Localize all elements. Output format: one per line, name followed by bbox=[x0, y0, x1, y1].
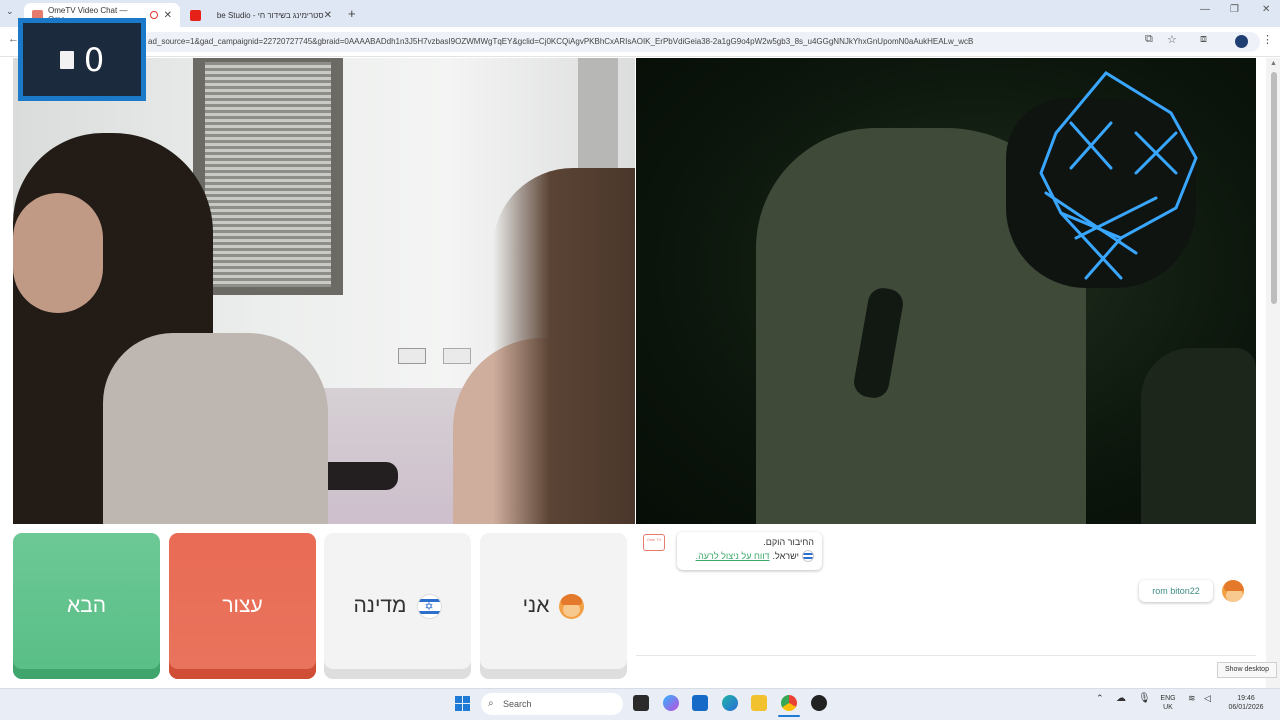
me-label: אני bbox=[522, 594, 550, 617]
menu-kebab-icon[interactable]: ⋮ bbox=[1262, 33, 1273, 46]
country-button[interactable]: מדינה ✡ bbox=[324, 533, 471, 679]
next-button[interactable]: הבא bbox=[13, 533, 160, 679]
person-face bbox=[13, 193, 103, 313]
time: 19:46 bbox=[1237, 695, 1255, 702]
local-video bbox=[636, 58, 1256, 524]
address-bar[interactable]: ad_source=1&gad_campaignid=22720727745&g… bbox=[140, 32, 1260, 52]
window-shutter bbox=[205, 62, 331, 287]
task-view-icon[interactable] bbox=[633, 695, 649, 711]
edge-icon[interactable] bbox=[722, 695, 738, 711]
score-counter: 0 bbox=[18, 18, 146, 101]
file-explorer-icon[interactable] bbox=[751, 695, 767, 711]
tooltip-text: Show desktop bbox=[1225, 666, 1269, 673]
ometv-logo-icon: Ome TV bbox=[643, 534, 665, 551]
logo-text: Ome TV bbox=[646, 537, 662, 542]
tab-youtube-studio[interactable]: סטרימינג בשידור חי - be Studio ✕ bbox=[182, 3, 340, 27]
scrollbar-thumb[interactable] bbox=[1271, 72, 1277, 304]
background-object bbox=[1141, 348, 1256, 524]
tray-chevron-icon[interactable]: ⌃ bbox=[1096, 694, 1104, 703]
chat-message: rom biton22 bbox=[1139, 580, 1213, 602]
report-abuse-link[interactable]: דווח על ניצול לרעה. bbox=[696, 551, 770, 561]
chat-input[interactable] bbox=[636, 655, 1256, 680]
minimize-button[interactable]: — bbox=[1200, 4, 1210, 15]
stop-button[interactable]: עצור bbox=[169, 533, 316, 679]
close-tab-icon[interactable]: ✕ bbox=[324, 10, 332, 21]
israel-flag-icon bbox=[802, 550, 814, 562]
light-switch bbox=[398, 348, 426, 364]
next-label: הבא bbox=[66, 594, 107, 617]
store-icon[interactable] bbox=[692, 695, 708, 711]
led-mask-icon bbox=[1039, 71, 1198, 280]
show-desktop-tooltip: Show desktop bbox=[1217, 662, 1277, 678]
active-app-indicator bbox=[778, 715, 800, 717]
light-switch bbox=[443, 348, 471, 364]
scroll-up-icon[interactable]: ▲ bbox=[1270, 60, 1277, 67]
country-name: ישראל. bbox=[772, 551, 799, 561]
language-code: ENG bbox=[1160, 695, 1176, 702]
obs-icon[interactable] bbox=[811, 695, 827, 711]
tab-search-icon[interactable]: ⌄ bbox=[6, 6, 14, 17]
youtube-favicon-icon bbox=[190, 9, 201, 21]
clock[interactable]: 19:46 06/01/2026 bbox=[1222, 694, 1270, 712]
message-text: rom biton22 bbox=[1152, 586, 1200, 596]
close-tab-icon[interactable]: ✕ bbox=[164, 10, 172, 21]
remote-video bbox=[13, 58, 635, 524]
close-window-button[interactable]: ✕ bbox=[1262, 4, 1270, 15]
avatar-icon bbox=[559, 593, 585, 619]
stop-label: עצור bbox=[222, 594, 263, 617]
me-button[interactable]: אני bbox=[480, 533, 627, 679]
microphone-icon[interactable]: 🎙 bbox=[1138, 694, 1151, 704]
bookmark-star-icon[interactable]: ☆ bbox=[1167, 33, 1177, 46]
coins-icon bbox=[59, 50, 74, 69]
search-icon: ⌕ bbox=[488, 698, 494, 709]
search-placeholder: Search bbox=[503, 699, 532, 709]
taskbar-search[interactable]: ⌕ Search bbox=[481, 693, 623, 715]
language-indicator[interactable]: ENG UK bbox=[1158, 694, 1178, 712]
extensions-icon[interactable]: ⧈ bbox=[1200, 33, 1207, 46]
wifi-icon[interactable]: ≋ bbox=[1188, 694, 1196, 703]
tray-app-icon[interactable]: ☁ bbox=[1116, 694, 1126, 704]
connection-text: החיבור הוקם. bbox=[763, 537, 814, 547]
tab-title: סטרימינג בשידור חי - be Studio bbox=[216, 10, 324, 20]
country-label: מדינה bbox=[353, 594, 407, 617]
israel-flag-icon: ✡ bbox=[416, 593, 442, 619]
volume-icon[interactable]: ◁ bbox=[1204, 694, 1211, 703]
recording-icon bbox=[149, 11, 158, 19]
copilot-icon[interactable] bbox=[663, 695, 679, 711]
chrome-icon[interactable] bbox=[781, 695, 797, 711]
user-avatar-icon bbox=[1222, 580, 1244, 602]
new-tab-button[interactable]: + bbox=[348, 6, 356, 21]
score-value: 0 bbox=[83, 40, 105, 79]
restore-button[interactable]: ❐ bbox=[1230, 4, 1239, 15]
system-message: החיבור הוקם. ישראל. דווח על ניצול לרעה. bbox=[677, 532, 822, 570]
person-hair-right bbox=[493, 168, 635, 524]
windows-start-icon[interactable] bbox=[455, 696, 470, 711]
person-shoulder bbox=[103, 333, 328, 524]
address-text: ad_source=1&gad_campaignid=22720727745&g… bbox=[148, 37, 974, 46]
layout-code: UK bbox=[1163, 704, 1173, 711]
date: 06/01/2026 bbox=[1228, 704, 1264, 711]
profile-avatar[interactable] bbox=[1235, 35, 1248, 48]
install-app-icon[interactable]: ⧉ bbox=[1145, 33, 1153, 46]
